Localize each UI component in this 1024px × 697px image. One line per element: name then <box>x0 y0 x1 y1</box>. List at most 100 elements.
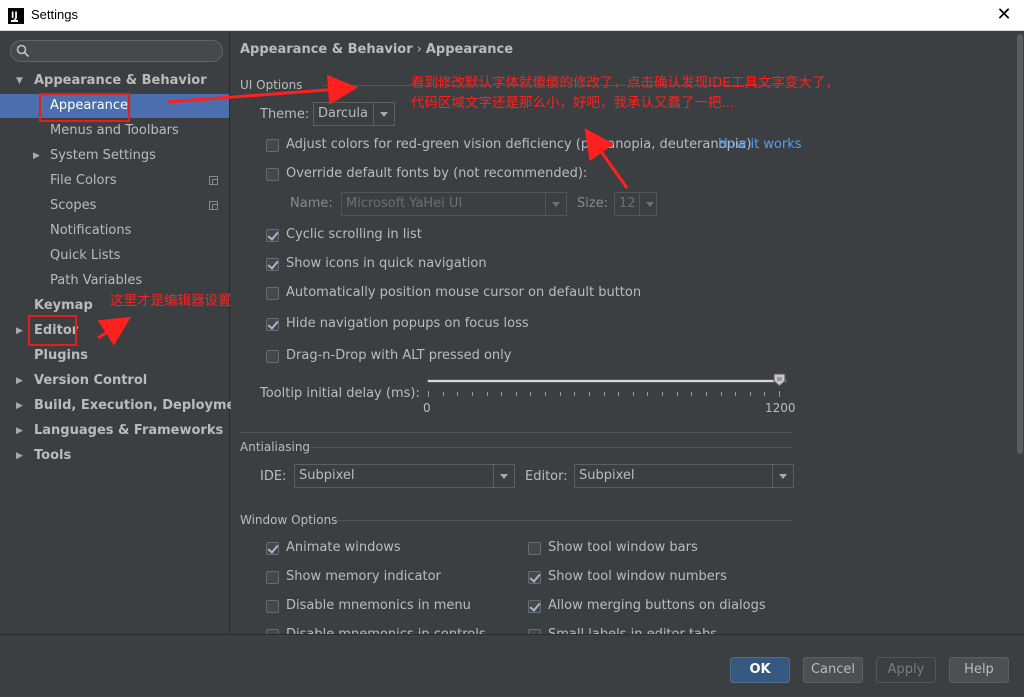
slider-tick <box>428 391 429 397</box>
hide-nav-label: Hide navigation popups on focus loss <box>286 316 529 331</box>
slider-tick <box>516 392 517 396</box>
animate-windows-label: Animate windows <box>286 540 401 555</box>
scrollbar[interactable] <box>1016 32 1024 634</box>
ok-button[interactable]: OK <box>730 657 790 683</box>
slider-tick <box>647 392 648 396</box>
slider-tick <box>530 392 531 396</box>
auto-position-checkbox[interactable] <box>266 287 279 300</box>
sidebar-item-path-variables[interactable]: Path Variables <box>0 269 229 293</box>
slider-tick <box>764 392 765 396</box>
slider-tick <box>633 392 634 396</box>
hide-nav-checkbox[interactable] <box>266 318 279 331</box>
sidebar-item-appearance-behavior[interactable]: ▼ Appearance & Behavior <box>0 69 229 93</box>
tool-window-numbers-checkbox[interactable] <box>528 571 541 584</box>
annotation-note-line2: 代码区域文字还是那么小，好吧，我承认又蠢了一把... <box>411 93 734 113</box>
breadcrumb-parent: Appearance & Behavior <box>240 42 413 57</box>
slider-tick <box>691 392 692 396</box>
drag-drop-checkbox[interactable] <box>266 350 279 363</box>
settings-content: Appearance & Behavior›Appearance UI Opti… <box>231 32 1024 634</box>
override-fonts-checkbox[interactable] <box>266 168 279 181</box>
slider-tick <box>677 392 678 396</box>
chevron-down-icon <box>373 103 394 125</box>
disable-mnemonics-menu-checkbox[interactable] <box>266 600 279 613</box>
animate-windows-checkbox[interactable] <box>266 542 279 555</box>
override-fonts-label: Override default fonts by (not recommend… <box>286 166 587 181</box>
chevron-down-icon <box>639 193 656 215</box>
slider-tick <box>779 391 780 397</box>
theme-label: Theme: <box>260 107 309 122</box>
slider-tick <box>560 392 561 396</box>
merge-buttons-label: Allow merging buttons on dialogs <box>548 598 766 613</box>
close-button[interactable]: ✕ <box>992 3 1016 27</box>
sidebar-item-tools[interactable]: ▶ Tools <box>0 444 229 468</box>
collapsed-arrow-icon: ▶ <box>16 444 26 468</box>
apply-button[interactable]: Apply <box>876 657 936 683</box>
ide-aa-select[interactable]: Subpixel <box>294 464 515 488</box>
slider-fill <box>428 380 779 382</box>
memory-indicator-label: Show memory indicator <box>286 569 441 584</box>
collapsed-arrow-icon: ▶ <box>16 319 26 343</box>
sidebar-item-quick-lists[interactable]: Quick Lists <box>0 244 229 268</box>
ide-aa-label: IDE: <box>260 469 286 484</box>
disable-mnemonics-menu-label: Disable mnemonics in menu <box>286 598 471 613</box>
collapsed-arrow-icon: ▶ <box>16 369 26 393</box>
cyclic-scrolling-label: Cyclic scrolling in list <box>286 227 422 242</box>
slider-tick <box>574 392 575 396</box>
slider-tick <box>750 392 751 396</box>
section-divider <box>337 520 793 521</box>
annotation-note-line1: 看到修改默认字体就傻傻的修改了，点击确认发现IDE工具文字变大了， <box>411 73 839 93</box>
sidebar-item-build-execution[interactable]: ▶ Build, Execution, Deployment <box>0 394 229 418</box>
theme-select[interactable]: Darcula <box>313 102 395 126</box>
copy-icon <box>209 176 218 185</box>
show-icons-label: Show icons in quick navigation <box>286 256 487 271</box>
cyclic-scrolling-checkbox[interactable] <box>266 229 279 242</box>
editor-aa-select[interactable]: Subpixel <box>574 464 794 488</box>
sidebar-item-notifications[interactable]: Notifications <box>0 219 229 243</box>
intellij-icon: IJ <box>8 8 24 24</box>
font-name-select[interactable]: Microsoft YaHei UI <box>341 192 567 216</box>
font-size-select[interactable]: 12 <box>614 192 657 216</box>
sidebar-item-system-settings[interactable]: ▶ System Settings <box>0 144 229 168</box>
breadcrumb-current: Appearance <box>426 42 513 57</box>
breadcrumb-separator: › <box>413 42 426 57</box>
slider-thumb[interactable] <box>773 373 786 387</box>
chevron-down-icon <box>772 465 793 487</box>
adjust-colors-checkbox[interactable] <box>266 139 279 152</box>
slider-tick <box>487 392 488 396</box>
breadcrumb: Appearance & Behavior›Appearance <box>240 42 513 57</box>
chevron-down-icon <box>545 193 566 215</box>
section-divider <box>240 432 792 433</box>
slider-tick <box>589 392 590 396</box>
cancel-button[interactable]: Cancel <box>803 657 863 683</box>
annotation-highlight-appearance <box>39 93 130 122</box>
help-button[interactable]: Help <box>949 657 1009 683</box>
annotation-highlight-editor <box>28 315 77 346</box>
show-icons-checkbox[interactable] <box>266 258 279 271</box>
how-it-works-link[interactable]: How it works <box>718 137 802 152</box>
collapsed-arrow-icon: ▶ <box>16 419 26 443</box>
antialiasing-title: Antialiasing <box>240 440 310 454</box>
font-name-label: Name: <box>290 196 333 211</box>
sidebar-item-menus-toolbars[interactable]: Menus and Toolbars <box>0 119 229 143</box>
editor-aa-label: Editor: <box>525 469 568 484</box>
merge-buttons-checkbox[interactable] <box>528 600 541 613</box>
section-divider <box>311 447 793 448</box>
slider-tick <box>443 392 444 396</box>
sidebar-item-plugins[interactable]: Plugins <box>0 344 229 368</box>
search-input[interactable] <box>10 40 223 62</box>
memory-indicator-checkbox[interactable] <box>266 571 279 584</box>
chevron-down-icon <box>493 465 514 487</box>
tooltip-delay-label: Tooltip initial delay (ms): <box>260 386 420 401</box>
sidebar-item-scopes[interactable]: Scopes <box>0 194 229 218</box>
slider-tick <box>472 392 473 396</box>
expanded-arrow-icon: ▼ <box>16 69 26 93</box>
sidebar-item-version-control[interactable]: ▶ Version Control <box>0 369 229 393</box>
tool-window-bars-checkbox[interactable] <box>528 542 541 555</box>
sidebar-item-file-colors[interactable]: File Colors <box>0 169 229 193</box>
font-size-label: Size: <box>577 196 608 211</box>
scrollbar-thumb[interactable] <box>1017 34 1023 454</box>
search-icon <box>16 44 30 58</box>
tool-window-bars-label: Show tool window bars <box>548 540 698 555</box>
sidebar-item-languages-frameworks[interactable]: ▶ Languages & Frameworks <box>0 419 229 443</box>
window-options-title: Window Options <box>240 513 337 527</box>
